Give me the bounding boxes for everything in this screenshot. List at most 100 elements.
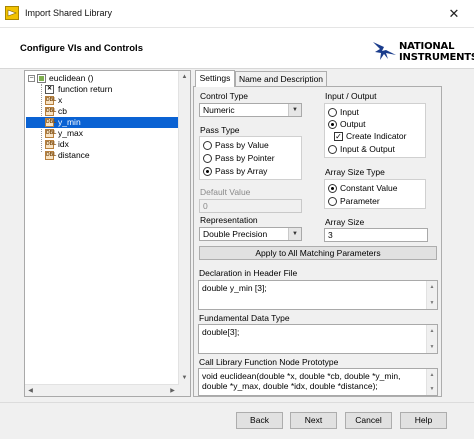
scroll-left-icon[interactable]: ◀ xyxy=(25,385,36,397)
tree-item-label: function return xyxy=(58,84,113,94)
param-icon: DBL xyxy=(45,140,57,149)
scroll-down-icon[interactable]: ▼ xyxy=(427,298,437,308)
tree-item-function-return[interactable]: ✕ function return xyxy=(25,84,178,95)
national-instruments-logo: NATIONAL INSTRUMENTS xyxy=(372,38,474,66)
tab-name-and-description[interactable]: Name and Description xyxy=(235,71,327,87)
tree-horizontal-scrollbar[interactable]: ◀ ▶ xyxy=(25,384,179,396)
pass-by-value-label: Pass by Value xyxy=(215,140,269,150)
param-icon: DBL xyxy=(45,96,57,105)
pass-type-group: Pass by Value Pass by Pointer Pass by Ar… xyxy=(199,136,302,180)
radio-button-selected[interactable] xyxy=(328,184,337,193)
settings-panel: Control Type Numeric ▼ Pass Type Pass by… xyxy=(193,86,442,397)
radio-button[interactable] xyxy=(203,141,212,150)
radio-button[interactable] xyxy=(203,154,212,163)
help-button[interactable]: Help xyxy=(400,412,447,429)
constant-value-label: Constant Value xyxy=(340,183,398,193)
wizard-footer: Back Next Cancel Help xyxy=(0,402,474,439)
tree-item-label: y_min xyxy=(58,117,81,127)
tree-item-y-max[interactable]: DBL y_max xyxy=(25,128,178,139)
fundamental-scrollbar[interactable]: ▲ ▼ xyxy=(426,325,437,353)
input-output-label: Input / Output xyxy=(325,91,377,101)
tree-item-cb[interactable]: DBL cb xyxy=(25,106,178,117)
scroll-down-icon[interactable]: ▼ xyxy=(179,372,190,384)
apply-to-all-button[interactable]: Apply to All Matching Parameters xyxy=(199,246,437,260)
next-button[interactable]: Next xyxy=(290,412,337,429)
back-button[interactable]: Back xyxy=(236,412,283,429)
prototype-scrollbar[interactable]: ▲ ▼ xyxy=(426,369,437,395)
array-size-field[interactable]: 3 xyxy=(324,228,428,242)
representation-value: Double Precision xyxy=(203,229,268,239)
tree-item-label: y_max xyxy=(58,128,84,138)
tree-item-distance[interactable]: DBL distance xyxy=(25,150,178,161)
representation-label: Representation xyxy=(200,215,258,225)
tree-item-label: x xyxy=(58,95,63,105)
array-size-type-label: Array Size Type xyxy=(325,167,385,177)
tree-item-label: cb xyxy=(58,106,67,116)
scroll-up-icon[interactable]: ▲ xyxy=(427,370,437,380)
param-icon: DBL xyxy=(45,107,57,116)
param-icon: DBL xyxy=(45,129,57,138)
page-title: Configure VIs and Controls xyxy=(20,43,143,54)
checkbox-checked-icon[interactable]: ✓ xyxy=(334,132,343,141)
chevron-down-icon[interactable]: ▼ xyxy=(288,104,301,116)
function-icon xyxy=(37,74,46,83)
tab-settings[interactable]: Settings xyxy=(195,70,235,87)
prototype-textarea[interactable]: void euclidean(double *x, double *cb, do… xyxy=(198,368,438,396)
collapse-icon[interactable]: − xyxy=(28,75,35,82)
tree-item-label: idx xyxy=(58,139,69,149)
tree-root-label: euclidean () xyxy=(49,73,94,83)
io-input-label: Input xyxy=(340,107,359,117)
control-type-value: Numeric xyxy=(203,105,235,115)
logo-text-national: NATIONAL xyxy=(399,41,455,52)
scroll-up-icon[interactable]: ▲ xyxy=(179,71,190,83)
scroll-up-icon[interactable]: ▲ xyxy=(427,326,437,336)
fundamental-type-label: Fundamental Data Type xyxy=(199,313,290,323)
pass-by-pointer-label: Pass by Pointer xyxy=(215,153,275,163)
create-indicator-label: Create Indicator xyxy=(346,131,407,141)
cancel-button[interactable]: Cancel xyxy=(345,412,392,429)
scroll-right-icon[interactable]: ▶ xyxy=(167,385,178,397)
radio-button[interactable] xyxy=(328,108,337,117)
representation-select[interactable]: Double Precision ▼ xyxy=(199,227,302,241)
parameter-label: Parameter xyxy=(340,196,380,206)
scroll-up-icon[interactable]: ▲ xyxy=(427,282,437,292)
close-icon[interactable]: ✕ xyxy=(434,0,474,28)
scroll-down-icon[interactable]: ▼ xyxy=(427,342,437,352)
fundamental-type-textarea[interactable]: double[3]; ▲ ▼ xyxy=(198,324,438,354)
array-size-label: Array Size xyxy=(325,217,365,227)
prototype-label: Call Library Function Node Prototype xyxy=(199,357,339,367)
labview-app-icon xyxy=(5,6,19,20)
io-input-output-label: Input & Output xyxy=(340,144,395,154)
default-value-label: Default Value xyxy=(200,187,251,197)
default-value-field: 0 xyxy=(199,199,302,213)
tree-vertical-scrollbar[interactable]: ▲ ▼ xyxy=(178,71,190,396)
declaration-scrollbar[interactable]: ▲ ▼ xyxy=(426,281,437,309)
declaration-textarea[interactable]: double y_min [3]; ▲ ▼ xyxy=(198,280,438,310)
radio-button[interactable] xyxy=(328,197,337,206)
array-size-type-group: Constant Value Parameter xyxy=(324,179,426,209)
ni-eagle-icon xyxy=(373,42,396,60)
io-output-label: Output xyxy=(340,119,366,129)
prototype-text: void euclidean(double *x, double *cb, do… xyxy=(202,371,401,391)
tree-item-y-min[interactable]: DBL y_min xyxy=(26,117,178,128)
parameter-tree[interactable]: − euclidean () ✕ function return DBL x D… xyxy=(24,70,191,397)
tree-item-x[interactable]: DBL x xyxy=(25,95,178,106)
control-type-label: Control Type xyxy=(200,91,249,101)
scroll-down-icon[interactable]: ▼ xyxy=(427,384,437,394)
pass-by-array-label: Pass by Array xyxy=(215,166,268,176)
input-output-group: Input Output ✓ Create Indicator Input & … xyxy=(324,103,426,158)
radio-button-selected[interactable] xyxy=(328,120,337,129)
control-type-select[interactable]: Numeric ▼ xyxy=(199,103,302,117)
radio-button[interactable] xyxy=(328,145,337,154)
param-icon: DBL xyxy=(45,151,57,160)
return-icon: ✕ xyxy=(45,85,54,94)
declaration-text: double y_min [3]; xyxy=(202,283,267,293)
tree-item-label: distance xyxy=(58,150,90,160)
tree-item-idx[interactable]: DBL idx xyxy=(25,139,178,150)
window-title: Import Shared Library xyxy=(25,8,113,18)
tree-root[interactable]: − euclidean () xyxy=(25,73,178,84)
param-icon: DBL xyxy=(45,118,57,127)
chevron-down-icon[interactable]: ▼ xyxy=(288,228,301,240)
pass-type-label: Pass Type xyxy=(200,125,240,135)
radio-button-selected[interactable] xyxy=(203,167,212,176)
